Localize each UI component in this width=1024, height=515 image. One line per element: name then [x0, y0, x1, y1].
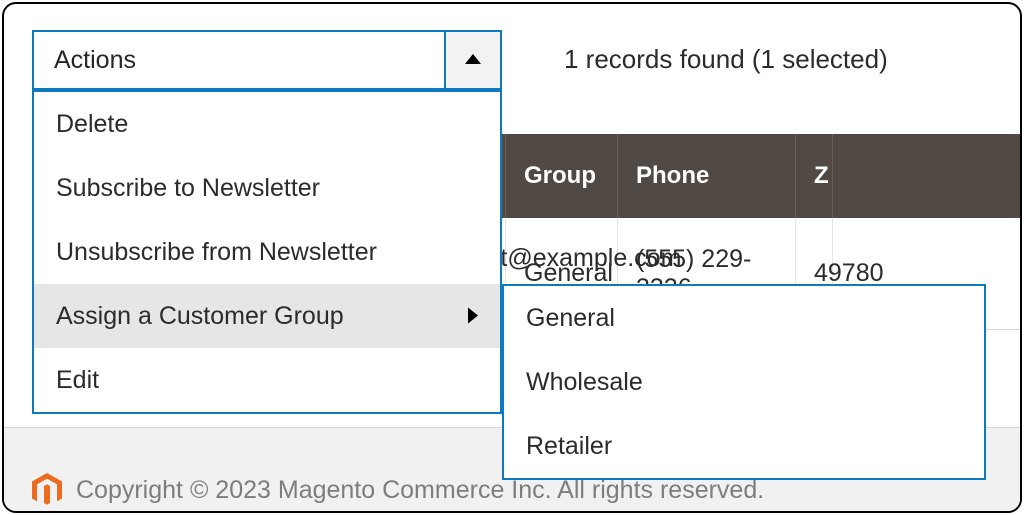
magento-logo-icon [32, 473, 62, 507]
actions-dropdown-toggle[interactable] [444, 32, 500, 88]
copyright-text: Copyright © 2023 Magento Commerce Inc. A… [76, 476, 764, 505]
chevron-right-icon [468, 302, 478, 331]
submenu-item-retailer[interactable]: Retailer [504, 414, 984, 478]
menu-item-assign-group-label: Assign a Customer Group [56, 302, 344, 331]
grid-header-phone[interactable]: Phone [618, 134, 796, 218]
grid-header-z[interactable]: Z [796, 134, 833, 218]
submenu-item-general[interactable]: General [504, 286, 984, 350]
menu-item-unsubscribe[interactable]: Unsubscribe from Newsletter [34, 220, 500, 284]
assign-group-submenu: General Wholesale Retailer [502, 284, 986, 480]
caret-up-icon [465, 51, 481, 69]
records-found-text: 1 records found (1 selected) [564, 44, 888, 75]
menu-item-assign-group[interactable]: Assign a Customer Group [34, 284, 500, 348]
menu-item-subscribe[interactable]: Subscribe to Newsletter [34, 156, 500, 220]
row-email-partial: ost@example.com [474, 244, 681, 273]
actions-dropdown[interactable]: Actions [32, 30, 502, 90]
grid-header-group[interactable]: Group [506, 134, 618, 218]
submenu-item-wholesale[interactable]: Wholesale [504, 350, 984, 414]
menu-item-edit[interactable]: Edit [34, 348, 500, 412]
actions-menu: Delete Subscribe to Newsletter Unsubscri… [32, 90, 502, 414]
actions-dropdown-label: Actions [34, 32, 444, 88]
menu-item-delete[interactable]: Delete [34, 92, 500, 156]
